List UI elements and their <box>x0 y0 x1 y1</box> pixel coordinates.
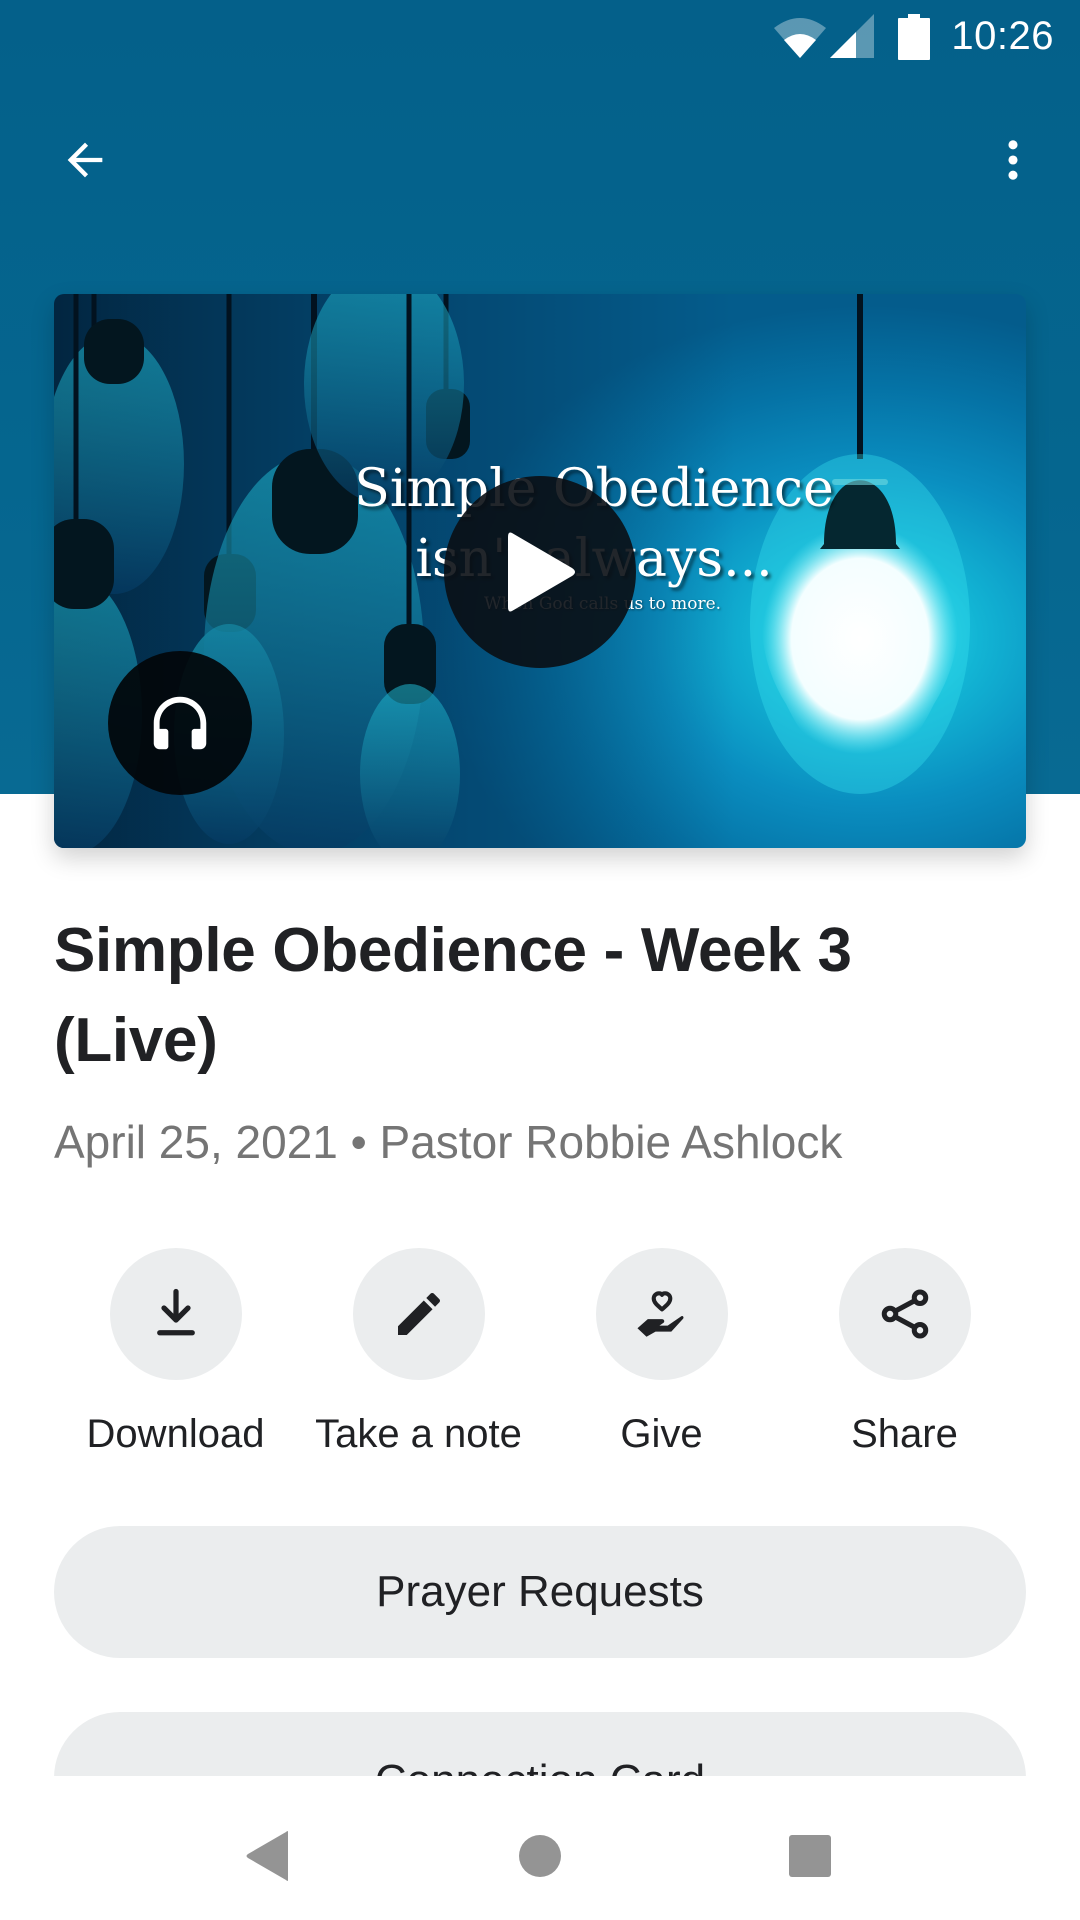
download-icon <box>157 1288 195 1336</box>
cellular-signal-icon <box>830 14 874 58</box>
video-thumbnail[interactable]: Simple Obedience isn't always... When Go… <box>54 294 1026 848</box>
play-button[interactable] <box>444 476 636 668</box>
download-label: Download <box>86 1412 265 1456</box>
take-note-label: Take a note <box>315 1412 522 1456</box>
status-bar: 10:26 <box>0 0 1080 78</box>
give-button[interactable]: Give <box>540 1248 783 1468</box>
prayer-requests-button[interactable]: Prayer Requests <box>54 1526 1026 1658</box>
share-circle[interactable] <box>839 1248 971 1380</box>
share-label: Share <box>851 1412 958 1456</box>
nav-back-icon <box>246 1831 288 1881</box>
play-icon <box>508 532 575 612</box>
status-time: 10:26 <box>951 14 1054 58</box>
nav-recents-icon <box>789 1835 831 1877</box>
sermon-meta: April 25, 2021 • Pastor Robbie Ashlock <box>54 1112 1034 1172</box>
nav-recents-button[interactable] <box>760 1806 860 1906</box>
sermon-title: Simple Obedience - Week 3 (Live) <box>54 916 852 1075</box>
audio-listen-button[interactable] <box>108 651 252 795</box>
give-circle[interactable] <box>596 1248 728 1380</box>
headphones-icon <box>153 696 207 750</box>
share-button[interactable]: Share <box>783 1248 1026 1468</box>
system-nav-bar <box>0 1776 1080 1920</box>
battery-icon <box>898 14 930 60</box>
sermon-date: April 25, 2021 <box>54 1116 338 1168</box>
share-icon <box>881 1289 929 1339</box>
nav-home-button[interactable] <box>490 1806 590 1906</box>
meta-separator: • <box>350 1116 367 1168</box>
download-circle[interactable] <box>110 1248 242 1380</box>
prayer-requests-label: Prayer Requests <box>376 1567 704 1616</box>
action-row: Download Take a note Give Share <box>54 1248 1026 1468</box>
sermon-speaker: Pastor Robbie Ashlock <box>379 1116 843 1168</box>
give-label: Give <box>620 1412 703 1456</box>
back-button[interactable] <box>40 115 130 205</box>
take-note-button[interactable]: Take a note <box>297 1248 540 1468</box>
download-button[interactable]: Download <box>54 1248 297 1468</box>
wifi-icon <box>774 18 826 58</box>
more-vertical-icon <box>1008 140 1018 180</box>
more-options-button[interactable] <box>968 115 1058 205</box>
nav-home-icon <box>519 1835 561 1877</box>
pencil-icon <box>398 1292 441 1335</box>
hand-heart-icon <box>637 1291 684 1337</box>
arrow-back-icon <box>67 142 103 178</box>
take-note-circle[interactable] <box>353 1248 485 1380</box>
nav-back-button[interactable] <box>218 1806 318 1906</box>
